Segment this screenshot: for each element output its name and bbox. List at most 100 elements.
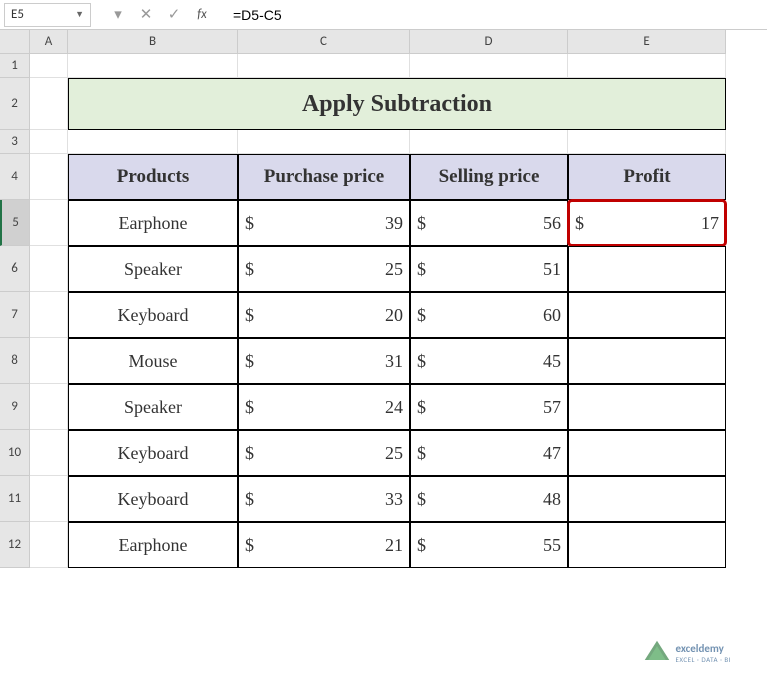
cell-C3[interactable] — [238, 130, 410, 154]
cell-B8[interactable]: Mouse — [68, 338, 238, 384]
row-header-5[interactable]: 5 — [0, 200, 30, 246]
cell-A6[interactable] — [30, 246, 68, 292]
cell-A7[interactable] — [30, 292, 68, 338]
row-12: Earphone$21$55 — [30, 522, 767, 568]
row-5: Earphone$39$56$17 — [30, 200, 767, 246]
cell-C7[interactable]: $20 — [238, 292, 410, 338]
row-header-2[interactable]: 2 — [0, 78, 30, 130]
cell-reference: E5 — [11, 7, 24, 22]
cell-B11[interactable]: Keyboard — [68, 476, 238, 522]
cell-C4[interactable]: Purchase price — [238, 154, 410, 200]
cell-A11[interactable] — [30, 476, 68, 522]
cell-C9[interactable]: $24 — [238, 384, 410, 430]
cell-A4[interactable] — [30, 154, 68, 200]
column-header-C[interactable]: C — [238, 30, 410, 54]
column-header-E[interactable]: E — [568, 30, 726, 54]
cell-B10[interactable]: Keyboard — [68, 430, 238, 476]
cell-A8[interactable] — [30, 338, 68, 384]
cell-C11[interactable]: $33 — [238, 476, 410, 522]
column-headers: ABCDE — [30, 30, 767, 54]
cell-A12[interactable] — [30, 522, 68, 568]
cell-B6[interactable]: Speaker — [68, 246, 238, 292]
column-header-D[interactable]: D — [410, 30, 568, 54]
select-all-corner[interactable] — [0, 30, 30, 54]
cell-E9[interactable] — [568, 384, 726, 430]
cell-C8[interactable]: $31 — [238, 338, 410, 384]
cell-E8[interactable] — [568, 338, 726, 384]
cell-B4[interactable]: Products — [68, 154, 238, 200]
cell-C12[interactable]: $21 — [238, 522, 410, 568]
cell-A9[interactable] — [30, 384, 68, 430]
cell-B7[interactable]: Keyboard — [68, 292, 238, 338]
cell-E4[interactable]: Profit — [568, 154, 726, 200]
row-9: Speaker$24$57 — [30, 384, 767, 430]
row-6: Speaker$25$51 — [30, 246, 767, 292]
cell-B1[interactable] — [68, 54, 238, 78]
chevron-down-icon[interactable]: ▼ — [75, 9, 84, 20]
cell-E3[interactable] — [568, 130, 726, 154]
cell-D3[interactable] — [410, 130, 568, 154]
cell-E6[interactable] — [568, 246, 726, 292]
row-headers: 123456789101112 — [0, 54, 30, 568]
row-2: Apply Subtraction — [30, 78, 767, 130]
cell-A3[interactable] — [30, 130, 68, 154]
formula-input[interactable] — [225, 3, 767, 27]
row-7: Keyboard$20$60 — [30, 292, 767, 338]
formula-bar: E5 ▼ ▾ ✕ ✓ fx — [0, 0, 767, 30]
name-box[interactable]: E5 ▼ — [4, 3, 91, 27]
cell-D1[interactable] — [410, 54, 568, 78]
cancel-icon[interactable]: ✕ — [135, 4, 157, 26]
cell-D12[interactable]: $55 — [410, 522, 568, 568]
cell-B9[interactable]: Speaker — [68, 384, 238, 430]
row-header-1[interactable]: 1 — [0, 54, 30, 78]
cell-E11[interactable] — [568, 476, 726, 522]
cell-E1[interactable] — [568, 54, 726, 78]
cell-B5[interactable]: Earphone — [68, 200, 238, 246]
cell-A1[interactable] — [30, 54, 68, 78]
cell-A10[interactable] — [30, 430, 68, 476]
row-10: Keyboard$25$47 — [30, 430, 767, 476]
column-header-B[interactable]: B — [68, 30, 238, 54]
cell-D7[interactable]: $60 — [410, 292, 568, 338]
cell-E10[interactable] — [568, 430, 726, 476]
cell-D10[interactable]: $47 — [410, 430, 568, 476]
row-4: ProductsPurchase priceSelling priceProfi… — [30, 154, 767, 200]
cell-C6[interactable]: $25 — [238, 246, 410, 292]
cell-B2[interactable]: Apply Subtraction — [68, 78, 726, 130]
row-header-4[interactable]: 4 — [0, 154, 30, 200]
cell-B12[interactable]: Earphone — [68, 522, 238, 568]
cell-E5[interactable]: $17 — [568, 200, 726, 246]
cell-D4[interactable]: Selling price — [410, 154, 568, 200]
row-header-10[interactable]: 10 — [0, 430, 30, 476]
cell-E7[interactable] — [568, 292, 726, 338]
cell-D8[interactable]: $45 — [410, 338, 568, 384]
row-1 — [30, 54, 767, 78]
cell-C10[interactable]: $25 — [238, 430, 410, 476]
cell-C1[interactable] — [238, 54, 410, 78]
grid-area: ABCDE Apply Subtraction ProductsPurchase … — [30, 30, 767, 685]
row-header-9[interactable]: 9 — [0, 384, 30, 430]
cell-B3[interactable] — [68, 130, 238, 154]
row-header-12[interactable]: 12 — [0, 522, 30, 568]
cell-E12[interactable] — [568, 522, 726, 568]
fx-icon[interactable]: fx — [191, 4, 213, 26]
cell-A5[interactable] — [30, 200, 68, 246]
row-header-7[interactable]: 7 — [0, 292, 30, 338]
grid[interactable]: Apply SubtractionProductsPurchase priceS… — [30, 54, 767, 568]
cell-A2[interactable] — [30, 78, 68, 130]
cell-C5[interactable]: $39 — [238, 200, 410, 246]
cell-D6[interactable]: $51 — [410, 246, 568, 292]
row-header-3[interactable]: 3 — [0, 130, 30, 154]
column-header-A[interactable]: A — [30, 30, 68, 54]
confirm-icon[interactable]: ✓ — [163, 4, 185, 26]
logo-icon — [643, 639, 671, 667]
row-header-6[interactable]: 6 — [0, 246, 30, 292]
cell-D9[interactable]: $57 — [410, 384, 568, 430]
dropdown-icon[interactable]: ▾ — [107, 4, 129, 26]
watermark-tagline: EXCEL · DATA · BI — [675, 655, 731, 664]
cell-D5[interactable]: $56 — [410, 200, 568, 246]
watermark: exceldemy EXCEL · DATA · BI — [643, 639, 731, 667]
row-header-8[interactable]: 8 — [0, 338, 30, 384]
cell-D11[interactable]: $48 — [410, 476, 568, 522]
row-header-11[interactable]: 11 — [0, 476, 30, 522]
